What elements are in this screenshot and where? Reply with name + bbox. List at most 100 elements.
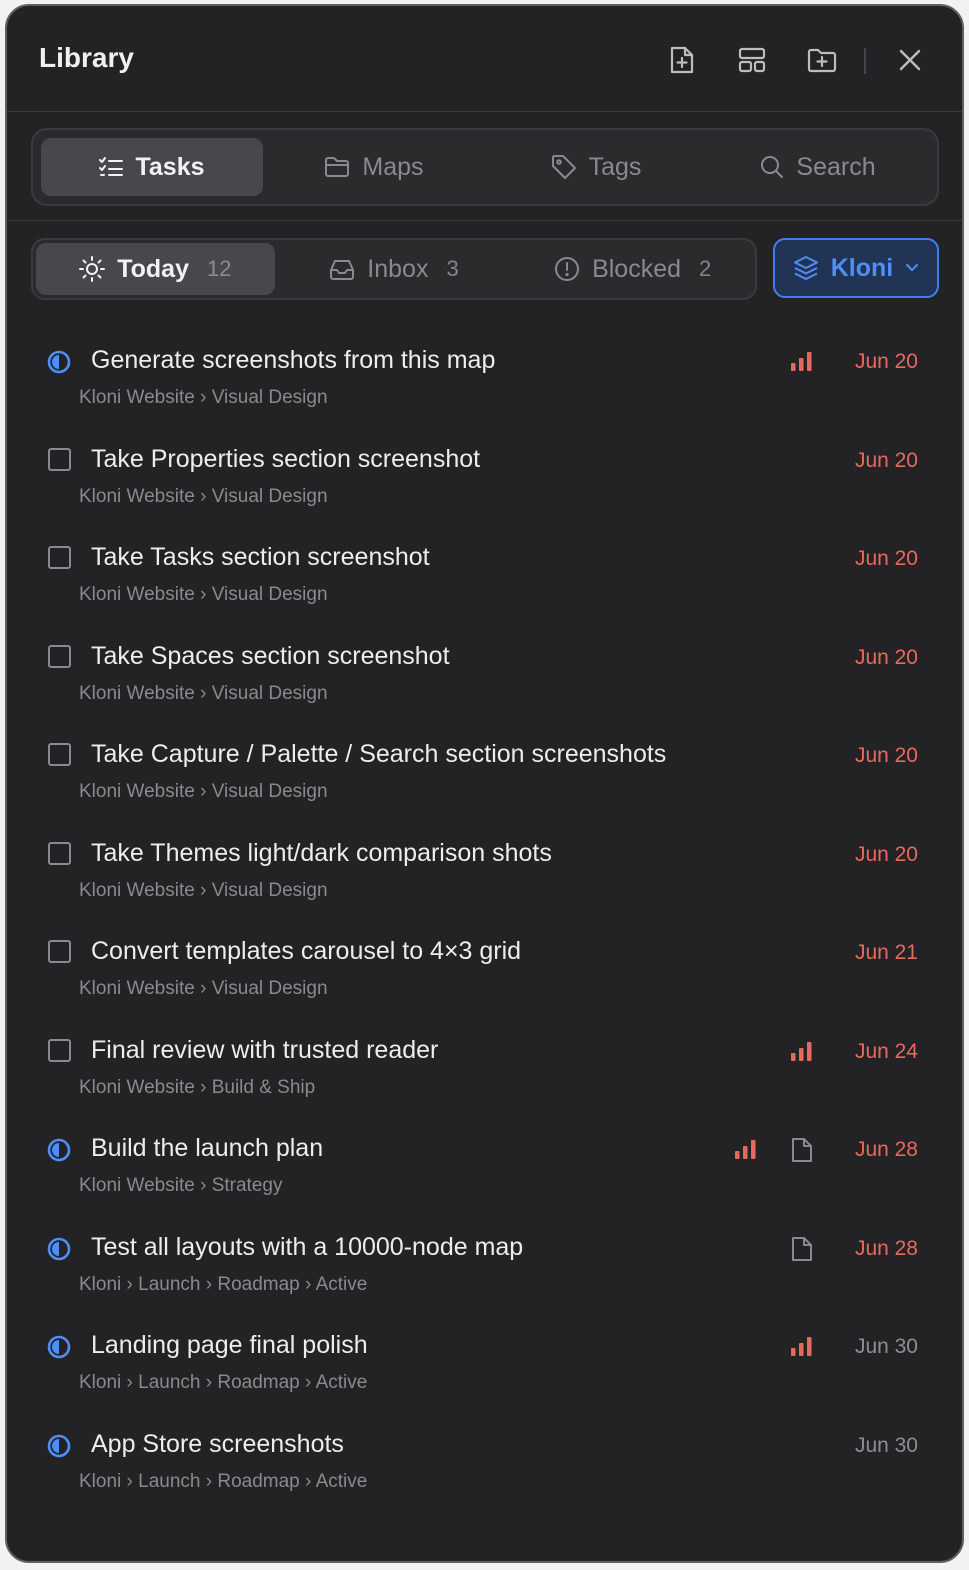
task-row[interactable]: Test all layouts with a 10000-node map Kl… (7, 1205, 962, 1304)
tab-search[interactable]: Search (707, 138, 929, 196)
task-checkbox[interactable] (48, 447, 71, 471)
main-tabs: Tasks Maps Tags Search (31, 128, 939, 206)
filter-tabs: Today 12 Inbox 3 Blocked 2 (31, 238, 757, 300)
tab-label: Search (796, 152, 876, 181)
task-checkbox[interactable] (48, 743, 71, 766)
in-progress-status-icon[interactable] (47, 350, 71, 374)
filter-today[interactable]: Today 12 (36, 243, 275, 295)
due-date: Jun 24 (854, 1039, 918, 1063)
in-progress-status-icon[interactable] (47, 1335, 71, 1359)
filter-label: Inbox (367, 254, 429, 283)
due-date: Jun 30 (854, 1335, 918, 1358)
filter-blocked[interactable]: Blocked 2 (513, 243, 752, 295)
task-title: App Store screenshots (91, 1429, 344, 1458)
priority-high-icon (789, 351, 815, 373)
due-date: Jun 20 (854, 744, 918, 767)
tab-tasks[interactable]: Tasks (41, 138, 263, 196)
task-row[interactable]: Landing page final polish Kloni › Launch … (7, 1303, 962, 1402)
priority-high-icon (789, 1336, 815, 1358)
space-label: Kloni (830, 253, 894, 282)
task-title: Take Spaces section screenshot (91, 641, 450, 670)
task-title: Take Capture / Palette / Search section … (91, 740, 667, 768)
tab-label: Tasks (135, 152, 205, 181)
library-window: Library Tasks Maps Tags Search Today 12 … (5, 4, 964, 1563)
filter-label: Blocked (592, 254, 682, 283)
due-date: Jun 20 (854, 547, 918, 570)
close-icon[interactable] (890, 40, 930, 80)
space-selector-button[interactable]: Kloni (773, 238, 939, 298)
task-title: Test all layouts with a 10000-node map (91, 1232, 524, 1261)
note-icon (790, 1236, 814, 1262)
tab-tags[interactable]: Tags (485, 138, 707, 196)
note-icon (790, 1137, 814, 1163)
due-date: Jun 28 (854, 1236, 918, 1260)
window-title: Library (39, 42, 134, 73)
chevron-down-icon (906, 264, 919, 272)
task-row[interactable]: Generate screenshots from this map Kloni … (7, 318, 962, 417)
task-title: Build the launch plan (91, 1134, 324, 1162)
filter-inbox[interactable]: Inbox 3 (275, 243, 514, 295)
task-path: Kloni Website › Visual Design (79, 387, 328, 408)
due-date: Jun 20 (854, 842, 918, 866)
inbox-icon (330, 260, 355, 280)
task-path: Kloni Website › Visual Design (79, 781, 328, 802)
layout-icon[interactable] (732, 40, 772, 80)
due-date: Jun 20 (854, 645, 918, 669)
in-progress-status-icon[interactable] (47, 1138, 71, 1162)
task-path: Kloni Website › Visual Design (79, 682, 328, 704)
alert-circle-icon (555, 257, 580, 281)
due-date: Jun 28 (854, 1138, 918, 1161)
tab-label: Tags (588, 152, 642, 181)
task-title: Take Themes light/dark comparison shots (91, 838, 552, 867)
task-title: Take Tasks section screenshot (91, 543, 430, 571)
task-row[interactable]: Take Capture / Palette / Search section … (7, 712, 962, 811)
task-checkbox[interactable] (48, 546, 71, 569)
task-path: Kloni Website › Build & Ship (79, 1076, 316, 1098)
task-title: Take Properties section screenshot (91, 444, 481, 473)
divider (7, 220, 962, 221)
new-folder-icon[interactable] (802, 40, 842, 80)
tag-icon (551, 155, 576, 179)
tab-label: Maps (362, 152, 424, 181)
task-row[interactable]: App Store screenshots Kloni › Launch › Ro… (7, 1402, 962, 1501)
tab-maps[interactable]: Maps (263, 138, 485, 196)
priority-high-icon (789, 1041, 815, 1063)
task-path: Kloni › Launch › Roadmap › Active (79, 1372, 368, 1393)
task-path: Kloni › Launch › Roadmap › Active (79, 1470, 368, 1492)
in-progress-status-icon[interactable] (47, 1237, 71, 1261)
task-path: Kloni Website › Visual Design (79, 584, 328, 605)
due-date: Jun 30 (854, 1433, 918, 1457)
folder-icon (325, 157, 350, 177)
header: Library (7, 6, 962, 112)
new-file-icon[interactable] (662, 40, 702, 80)
due-date: Jun 20 (854, 350, 918, 373)
task-title: Generate screenshots from this map (91, 346, 496, 374)
sun-icon (79, 256, 106, 282)
task-title: Convert templates carousel to 4×3 grid (91, 937, 522, 965)
task-row[interactable]: Take Spaces section screenshot Kloni Webs… (7, 614, 962, 713)
task-path: Kloni Website › Strategy (79, 1175, 283, 1196)
task-row[interactable]: Take Themes light/dark comparison shots K… (7, 811, 962, 910)
task-row[interactable]: Take Tasks section screenshot Kloni Websi… (7, 515, 962, 614)
checklist-icon (99, 157, 124, 176)
priority-high-icon (733, 1139, 759, 1161)
task-title: Landing page final polish (91, 1331, 368, 1359)
in-progress-status-icon[interactable] (47, 1434, 71, 1458)
task-row[interactable]: Convert templates carousel to 4×3 grid Kl… (7, 909, 962, 1008)
task-row[interactable]: Take Properties section screenshot Kloni … (7, 417, 962, 516)
task-checkbox[interactable] (48, 644, 71, 668)
filter-label: Today (117, 254, 189, 283)
task-path: Kloni Website › Visual Design (79, 485, 328, 507)
filter-count: 3 (446, 256, 459, 281)
task-path: Kloni › Launch › Roadmap › Active (79, 1273, 368, 1295)
task-checkbox[interactable] (48, 1038, 71, 1062)
filter-count: 2 (699, 256, 712, 281)
task-checkbox[interactable] (48, 841, 71, 865)
layers-icon (793, 256, 818, 280)
due-date: Jun 21 (854, 941, 918, 964)
task-title: Final review with trusted reader (91, 1035, 439, 1064)
task-list: Generate screenshots from this map Kloni … (7, 318, 962, 1500)
task-row[interactable]: Build the launch plan Kloni Website › Str… (7, 1106, 962, 1205)
task-checkbox[interactable] (48, 940, 71, 963)
task-row[interactable]: Final review with trusted reader Kloni We… (7, 1008, 962, 1107)
